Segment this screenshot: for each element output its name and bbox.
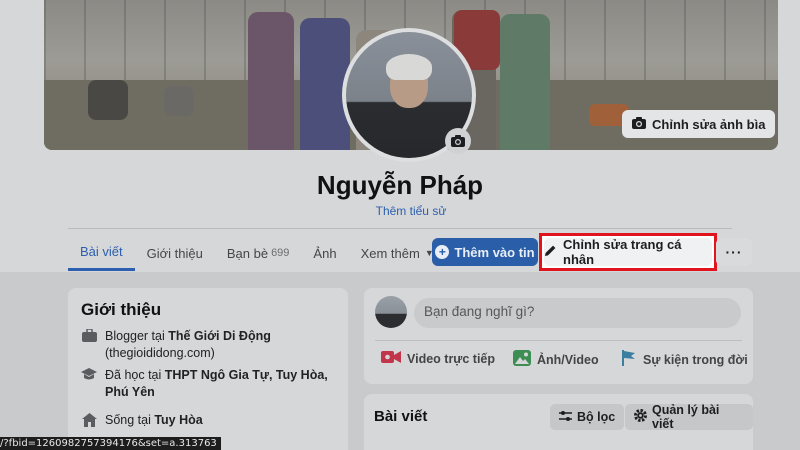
edu-prefix: Đã học tại — [105, 368, 165, 382]
intro-card: Giới thiệu Blogger tại Thế Giới Di Động (… — [68, 288, 348, 450]
status-bar-url: /?fbid=1260982757394176&set=a.313763 — [0, 437, 221, 450]
live-video-button[interactable]: Video trực tiếp — [381, 350, 495, 367]
avatar-hat — [386, 54, 432, 80]
live-prefix: Sống tại — [105, 413, 155, 427]
live-video-label: Video trực tiếp — [407, 351, 496, 366]
pencil-icon — [544, 244, 557, 260]
manage-posts-label: Quản lý bài viết — [652, 403, 720, 431]
tab-friends[interactable]: Bạn bè 699 — [215, 235, 302, 271]
briefcase-icon — [81, 328, 97, 345]
header-divider — [68, 228, 732, 229]
work-place-link[interactable]: Thế Giới Di Động — [168, 329, 271, 343]
tab-photos[interactable]: Ảnh — [301, 235, 348, 271]
composer-divider — [375, 340, 742, 341]
composer-avatar[interactable] — [375, 296, 407, 328]
filter-label: Bộ lọc — [577, 410, 616, 424]
profile-tabs: Bài viết Giới thiệu Bạn bè 699 Ảnh Xem th… — [68, 235, 446, 271]
work-site: (thegioididong.com) — [105, 346, 215, 360]
gear-icon — [634, 409, 647, 425]
tab-friends-label: Bạn bè — [226, 245, 269, 261]
life-event-label: Sự kiện trong đời — [643, 352, 748, 367]
ellipsis-icon: ··· — [725, 244, 743, 260]
cover-person — [500, 14, 550, 150]
more-options-button[interactable]: ··· — [716, 238, 752, 266]
edit-profile-button[interactable]: Chỉnh sửa trang cá nhân — [544, 237, 712, 267]
add-to-story-button[interactable]: + Thêm vào tin — [432, 238, 538, 266]
cover-person — [248, 12, 294, 150]
tab-about-label: Giới thiệu — [146, 245, 203, 261]
tab-more-label: Xem thêm — [360, 245, 420, 261]
life-event-button[interactable]: Sự kiện trong đời — [621, 350, 748, 369]
intro-education: Đã học tại THPT Ngô Gia Tự, Tuy Hòa, Phú… — [81, 367, 341, 401]
cover-bag — [88, 80, 128, 120]
graduation-cap-icon — [81, 368, 97, 384]
tab-posts[interactable]: Bài viết — [68, 235, 135, 271]
intro-work: Blogger tại Thế Giới Di Động (thegioidido… — [81, 328, 341, 362]
posts-title: Bài viết — [374, 408, 428, 425]
add-to-story-label: Thêm vào tin — [454, 244, 535, 260]
post-composer: Bạn đang nghĩ gì? Video trực tiếp Ảnh/Vi… — [364, 288, 753, 384]
home-icon — [81, 413, 97, 429]
sliders-icon — [559, 410, 572, 425]
whats-on-your-mind-input[interactable]: Bạn đang nghĩ gì? — [414, 298, 741, 328]
video-camera-icon — [381, 350, 401, 367]
flag-icon — [621, 350, 637, 369]
posts-card: Bài viết Bộ lọc Quản lý bài viết — [364, 394, 753, 450]
tab-about[interactable]: Giới thiệu — [135, 235, 215, 271]
tab-posts-label: Bài viết — [80, 244, 123, 259]
edit-cover-label: Chỉnh sửa ảnh bìa — [652, 116, 766, 132]
tab-photos-label: Ảnh — [313, 245, 337, 261]
plus-circle-icon: + — [435, 245, 450, 259]
manage-posts-button[interactable]: Quản lý bài viết — [625, 403, 753, 431]
update-avatar-camera-icon[interactable] — [445, 128, 471, 154]
edit-profile-label: Chỉnh sửa trang cá nhân — [563, 237, 682, 267]
intro-title: Giới thiệu — [81, 300, 162, 319]
profile-name: Nguyễn Pháp — [316, 170, 484, 200]
intro-location: Sống tại Tuy Hòa — [81, 412, 341, 429]
photo-icon — [513, 350, 531, 369]
cover-bag — [164, 86, 194, 116]
edit-cover-button[interactable]: Chỉnh sửa ảnh bìa — [622, 110, 776, 138]
friends-count: 699 — [271, 247, 290, 259]
live-place-link[interactable]: Tuy Hòa — [154, 413, 202, 427]
work-prefix: Blogger tại — [105, 329, 169, 343]
add-bio-link[interactable]: Thêm tiểu sử — [0, 204, 800, 218]
photo-video-button[interactable]: Ảnh/Video — [513, 350, 599, 369]
filter-button[interactable]: Bộ lọc — [550, 404, 625, 430]
camera-icon — [632, 116, 646, 132]
photo-video-label: Ảnh/Video — [537, 352, 599, 367]
